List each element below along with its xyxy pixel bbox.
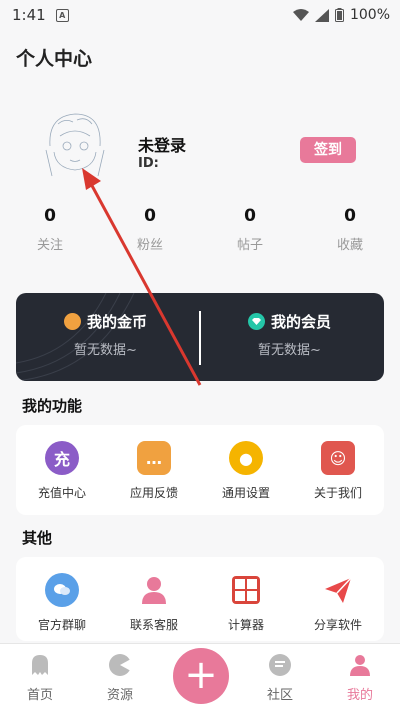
nav-label: 我的 bbox=[346, 688, 373, 703]
notification-icon: A bbox=[55, 8, 69, 22]
profile-section: 未登录 ID: 签到 bbox=[0, 84, 400, 194]
item-label: 充值中心 bbox=[37, 486, 86, 500]
status-time: 1:41 bbox=[12, 6, 46, 24]
battery-icon bbox=[334, 8, 344, 22]
coins-label: 我的金币 bbox=[87, 313, 148, 331]
general-settings-item[interactable]: ● 通用设置 bbox=[200, 425, 292, 515]
page-title: 个人中心 bbox=[16, 48, 93, 70]
about-us-item[interactable]: ☺ 关于我们 bbox=[292, 425, 384, 515]
battery-level: 100% bbox=[349, 7, 390, 23]
others-title: 其他 bbox=[22, 529, 53, 547]
status-bar: 1:41 A 100% bbox=[0, 0, 400, 30]
nav-resources[interactable]: 资源 bbox=[80, 644, 160, 711]
nav-community[interactable]: 社区 bbox=[240, 644, 320, 711]
feedback-icon: … bbox=[137, 441, 171, 475]
stat-value: 0 bbox=[344, 206, 356, 226]
my-vip[interactable]: 我的会员 暂无数据~ bbox=[200, 293, 384, 381]
ghost-icon bbox=[32, 655, 48, 675]
share-icon bbox=[321, 573, 355, 607]
coin-icon bbox=[64, 313, 81, 330]
stat-value: 0 bbox=[244, 206, 256, 226]
item-label: 联系客服 bbox=[129, 618, 178, 632]
stat-favorites[interactable]: 0 收藏 bbox=[300, 204, 400, 264]
diamond-icon bbox=[248, 313, 265, 330]
stat-fans[interactable]: 0 粉丝 bbox=[100, 204, 200, 264]
share-software-item[interactable]: 分享软件 bbox=[292, 557, 384, 641]
functions-title: 我的功能 bbox=[22, 397, 83, 415]
chat-icon bbox=[269, 654, 291, 676]
recharge-icon: 充 bbox=[45, 441, 79, 475]
customer-service-icon bbox=[137, 573, 171, 607]
wifi-icon bbox=[292, 8, 309, 21]
stat-following[interactable]: 0 关注 bbox=[0, 204, 100, 264]
gear-icon: ● bbox=[229, 441, 263, 475]
contact-service-item[interactable]: 联系客服 bbox=[108, 557, 200, 641]
about-icon: ☺ bbox=[321, 441, 355, 475]
item-label: 关于我们 bbox=[313, 486, 362, 500]
signal-icon bbox=[314, 8, 329, 22]
item-label: 分享软件 bbox=[313, 618, 362, 632]
group-chat-icon bbox=[45, 573, 79, 607]
item-label: 计算器 bbox=[227, 618, 264, 632]
my-coins[interactable]: 我的金币 暂无数据~ bbox=[16, 293, 200, 381]
stat-label: 收藏 bbox=[336, 238, 363, 253]
app-feedback-item[interactable]: … 应用反馈 bbox=[108, 425, 200, 515]
calculator-item[interactable]: 计算器 bbox=[200, 557, 292, 641]
item-label: 通用设置 bbox=[221, 486, 270, 500]
profile-name: 未登录 bbox=[138, 136, 187, 155]
vip-value: 暂无数据~ bbox=[258, 343, 321, 358]
user-icon bbox=[350, 655, 370, 676]
stats-row: 0 关注 0 粉丝 0 帖子 0 收藏 bbox=[0, 204, 400, 264]
profile-id: ID: bbox=[138, 156, 159, 171]
official-group-item[interactable]: 官方群聊 bbox=[16, 557, 108, 641]
others-panel: 官方群聊 联系客服 计算器 分享软件 bbox=[16, 557, 384, 641]
nav-label: 资源 bbox=[106, 688, 133, 703]
stat-value: 0 bbox=[44, 206, 56, 226]
stat-value: 0 bbox=[144, 206, 156, 226]
stat-posts[interactable]: 0 帖子 bbox=[200, 204, 300, 264]
wallet-card: 我的金币 暂无数据~ 我的会员 暂无数据~ bbox=[16, 293, 384, 381]
stat-label: 帖子 bbox=[236, 238, 263, 253]
nav-home[interactable]: 首页 bbox=[0, 644, 80, 711]
vip-label: 我的会员 bbox=[271, 313, 332, 331]
coins-value: 暂无数据~ bbox=[74, 343, 137, 358]
stat-label: 关注 bbox=[36, 238, 63, 253]
functions-panel: 充 充值中心 … 应用反馈 ● 通用设置 ☺ 关于我们 bbox=[16, 425, 384, 515]
nav-label: 社区 bbox=[266, 688, 293, 703]
item-label: 应用反馈 bbox=[129, 486, 178, 500]
avatar[interactable] bbox=[40, 106, 110, 178]
add-button[interactable]: + bbox=[173, 648, 229, 704]
calculator-icon bbox=[229, 573, 263, 607]
item-label: 官方群聊 bbox=[37, 618, 86, 632]
nav-label: 首页 bbox=[26, 688, 53, 703]
sign-in-button[interactable]: 签到 bbox=[300, 137, 356, 163]
recharge-center-item[interactable]: 充 充值中心 bbox=[16, 425, 108, 515]
gamepad-icon bbox=[109, 654, 131, 676]
nav-mine[interactable]: 我的 bbox=[320, 644, 400, 711]
stat-label: 粉丝 bbox=[136, 238, 163, 253]
